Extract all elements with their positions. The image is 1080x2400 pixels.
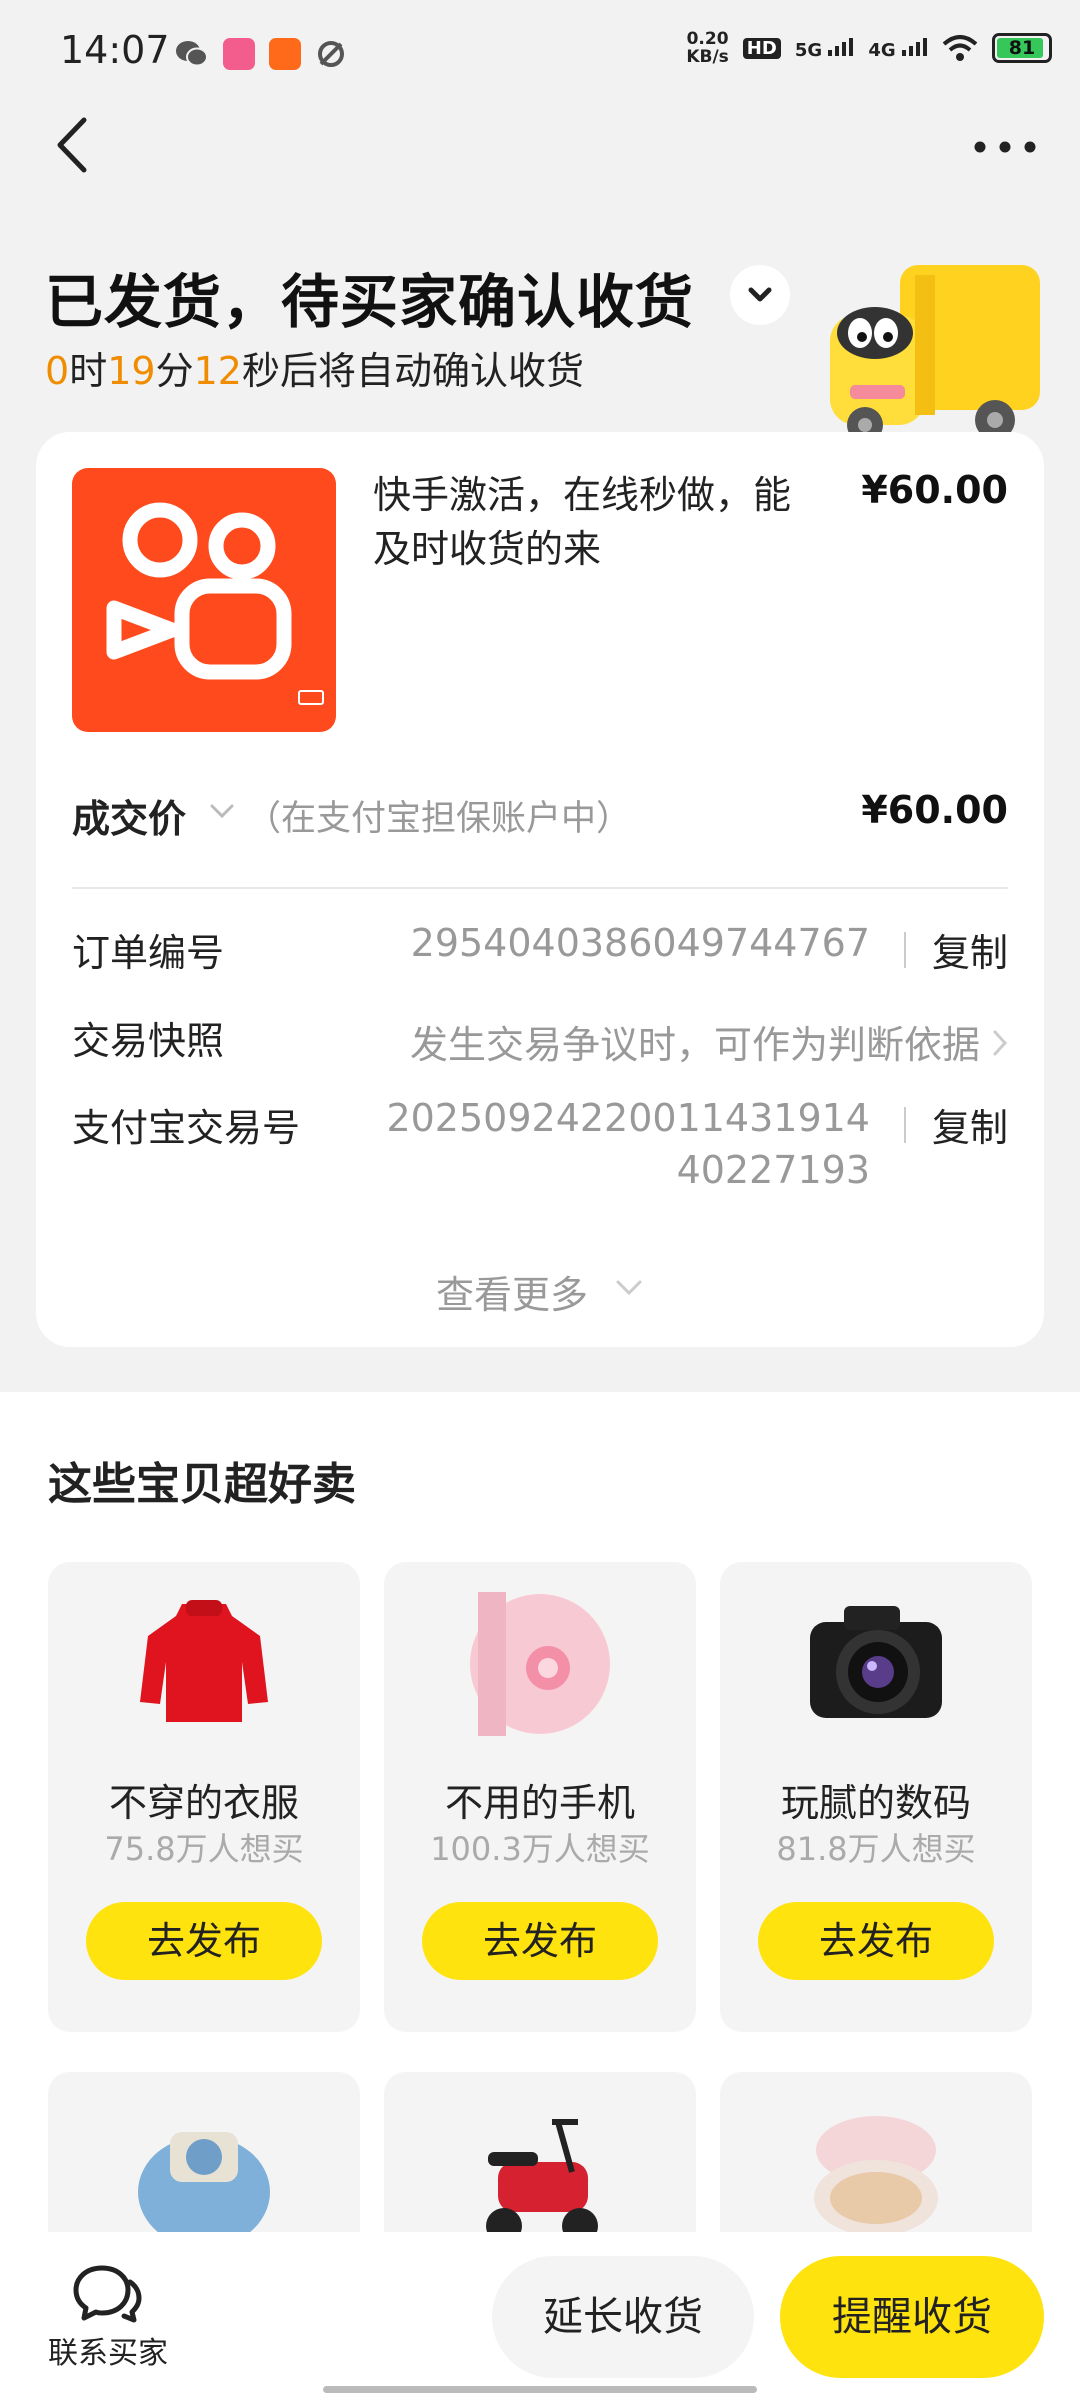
chevron-right-icon[interactable]	[990, 1028, 1010, 1058]
recommend-wanted-count: 75.8万人想买	[104, 1830, 304, 1868]
order-number-value: 2954040386049744767	[410, 921, 870, 965]
copy-order-number-button[interactable]: 复制	[932, 922, 1008, 977]
taobao-app-icon	[269, 38, 301, 70]
system-indicators: 0.20 KB/s HD 5G 4G 81	[686, 30, 1052, 66]
wifi-icon	[942, 35, 978, 61]
extend-receipt-button[interactable]: 延长收货	[492, 2256, 754, 2378]
hd-indicator: HD	[742, 37, 781, 59]
bilibili-app-icon	[223, 38, 255, 70]
cushion-compact-image	[814, 2116, 938, 2236]
product-price: ¥60.00	[861, 468, 1008, 512]
net-speed: 0.20 KB/s	[686, 29, 729, 67]
deal-price-label[interactable]: 成交价	[72, 788, 186, 843]
status-time: 14:07	[60, 28, 170, 72]
order-number-label: 订单编号	[72, 931, 225, 975]
recommend-name: 不用的手机	[444, 1781, 635, 1825]
sim2-signal: 4G	[868, 36, 928, 61]
snapshot-label[interactable]: 交易快照	[72, 1010, 224, 1065]
recommend-card-digital[interactable]: 玩腻的数码 81.8万人想买 去发布	[720, 1562, 1032, 2032]
camera-image	[810, 1606, 942, 1718]
recommend-card-phone[interactable]: 不用的手机 100.3万人想买 去发布	[384, 1562, 696, 2032]
contact-buyer-button[interactable]: 联系买家	[48, 2328, 168, 2372]
copy-separator	[904, 932, 906, 968]
sim1-signal: 5G	[795, 36, 855, 61]
bottom-action-bar: 联系买家 延长收货 提醒收货	[0, 2232, 1080, 2400]
chevron-down-icon[interactable]	[614, 1277, 644, 1299]
back-arrow-icon[interactable]	[48, 110, 98, 180]
snapshot-description[interactable]: 发生交易争议时，可作为判断依据	[410, 1014, 980, 1069]
order-info-card: 快手激活，在线秒做，能及时收货的来 ¥60.00 成交价 （在支付宝担保账户中）…	[36, 432, 1044, 1347]
card-divider	[72, 887, 1008, 889]
signal-icon	[902, 37, 927, 56]
order-status-title: 已发货，待买家确认收货	[45, 268, 695, 336]
publish-button[interactable]: 去发布	[422, 1902, 658, 1980]
copy-alipay-number-button[interactable]: 复制	[932, 1097, 1008, 1152]
battery-indicator: 81	[992, 33, 1052, 63]
home-indicator[interactable]	[323, 2386, 757, 2393]
wechat-icon	[176, 41, 208, 67]
recommend-section-title: 这些宝贝超好卖	[48, 1459, 356, 1510]
escrow-note: （在支付宝担保账户中）	[246, 799, 632, 839]
auto-confirm-countdown: 0时19分12秒后将自动确认收货	[45, 349, 584, 393]
copy-separator	[904, 1107, 906, 1143]
delivery-truck-illustration	[830, 265, 1040, 443]
recommend-card-clothes[interactable]: 不穿的衣服 75.8万人想买 去发布	[48, 1562, 360, 2032]
view-more-button[interactable]: 查看更多	[436, 1264, 588, 1319]
alipay-trade-label: 支付宝交易号	[72, 1106, 301, 1150]
deal-price-chevron-icon[interactable]	[208, 802, 236, 822]
recommend-name: 玩腻的数码	[780, 1781, 971, 1825]
armchair-image	[138, 2132, 270, 2246]
publish-button[interactable]: 去发布	[86, 1902, 322, 1980]
thumbnail-badge	[298, 690, 324, 705]
status-expand-chevron-icon[interactable]	[730, 265, 790, 325]
phone-image	[470, 1592, 610, 1736]
kuaishou-logo-icon	[106, 502, 292, 680]
notification-icons	[175, 38, 347, 70]
recommend-wanted-count: 100.3万人想买	[430, 1830, 650, 1868]
product-title[interactable]: 快手激活，在线秒做，能及时收货的来	[373, 468, 793, 576]
chat-bubble-icon[interactable]	[72, 2262, 142, 2324]
recommend-wanted-count: 81.8万人想买	[776, 1830, 976, 1868]
scooter-image	[486, 2119, 598, 2244]
deal-price-value: ¥60.00	[861, 788, 1008, 832]
alipay-trade-number: 20250924220011431914 40227193	[386, 1096, 870, 1192]
publish-button[interactable]: 去发布	[758, 1902, 994, 1980]
signal-icon	[828, 37, 854, 56]
recommend-name: 不穿的衣服	[108, 1781, 299, 1825]
red-sweater-image	[140, 1600, 268, 1722]
browser-icon	[318, 41, 344, 67]
order-detail-page: 14:07 0.20 KB/s HD 5G 4G 81 已发货，待买家确认收货 …	[0, 0, 1080, 2400]
more-options-icon[interactable]	[970, 132, 1040, 162]
product-thumbnail[interactable]	[72, 468, 336, 732]
status-bar: 14:07 0.20 KB/s HD 5G 4G 81	[0, 0, 1080, 110]
remind-receipt-button[interactable]: 提醒收货	[780, 2256, 1044, 2378]
